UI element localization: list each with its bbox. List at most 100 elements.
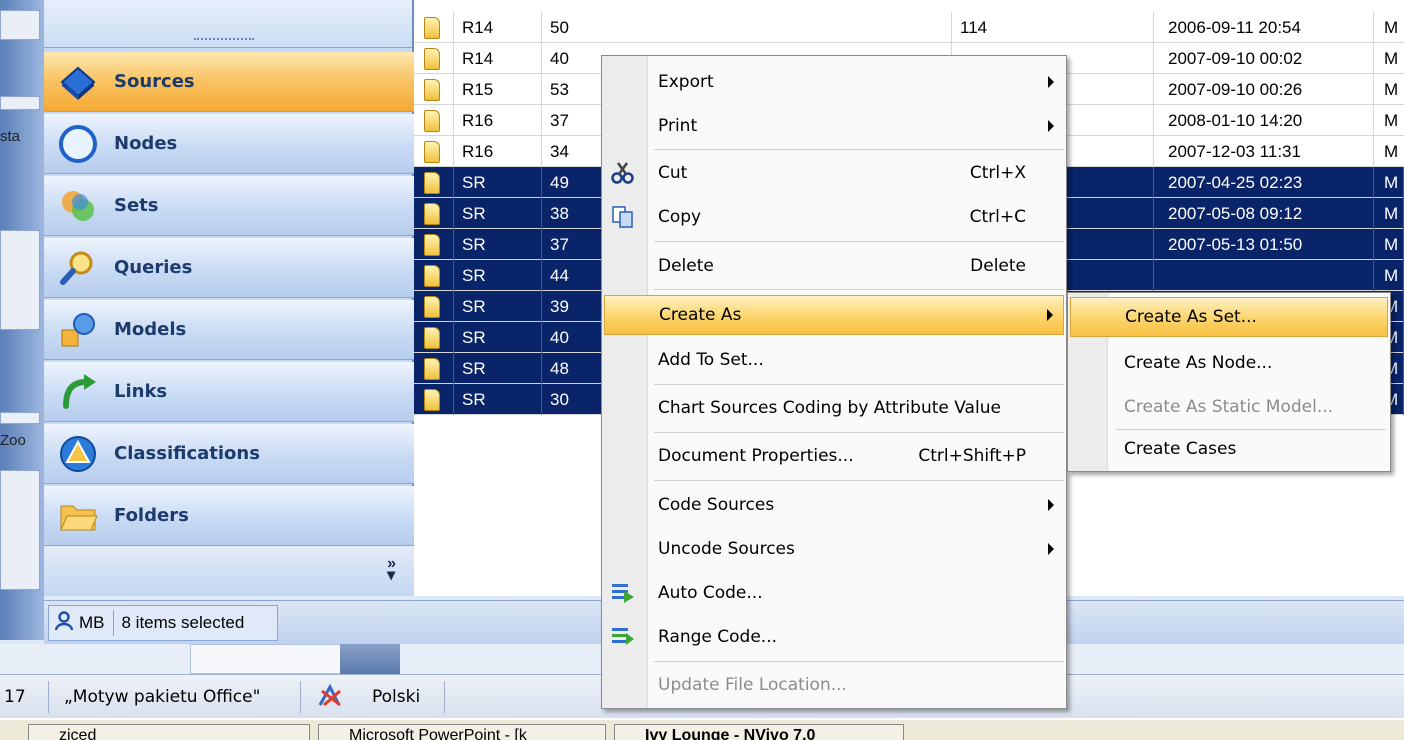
spellcheck-icon[interactable] (316, 683, 344, 714)
taskbar-button[interactable]: Ivy Lounge - NVivo 7.0 (614, 724, 904, 740)
range-code-icon (610, 625, 636, 649)
background-fragment (0, 230, 40, 330)
menu-item-create-as-set[interactable]: Create As Set... (1070, 297, 1388, 337)
document-icon-cell (414, 384, 454, 415)
menu-separator (654, 241, 1064, 242)
background-window-strip (0, 0, 44, 640)
menu-item-shortcut: Ctrl+X (969, 163, 1026, 183)
document-icon (424, 110, 440, 132)
taskbar-button[interactable]: ziced (28, 724, 310, 740)
chevron-text: » (387, 555, 396, 572)
document-icon (424, 327, 440, 349)
source-name-cell: R15 (454, 74, 542, 105)
splitter-grip[interactable] (194, 38, 254, 41)
menu-item-range-code[interactable]: Range Code... (604, 617, 1064, 657)
created-on-cell: 2007-12-03 11:31 (1154, 136, 1374, 167)
nav-button-sources[interactable]: Sources (44, 52, 414, 112)
menu-item-create-cases[interactable]: Create Cases (1070, 429, 1388, 469)
nav-button-folders[interactable]: Folders (44, 486, 414, 546)
menu-item-auto-code[interactable]: Auto Code... (604, 573, 1064, 613)
background-fragment (0, 470, 40, 590)
links-icon (56, 370, 100, 414)
table-row[interactable]: R14 50 114 2006-09-11 20:54 M (414, 12, 1404, 43)
document-icon-cell (414, 74, 454, 105)
references-cell: 114 (952, 12, 1154, 43)
context-menu: Export Print Cut Ctrl+X Copy Ctrl+C Dele… (601, 55, 1067, 709)
submenu-arrow-icon (1047, 309, 1053, 321)
queries-icon (56, 246, 100, 290)
language-label[interactable]: Polski (372, 687, 420, 707)
document-icon-cell (414, 136, 454, 167)
menu-item-label: Code Sources (658, 495, 775, 515)
nav-button-queries[interactable]: Queries (44, 238, 414, 298)
menu-item-create-as-node[interactable]: Create As Node... (1070, 343, 1388, 383)
menu-item-label: Auto Code... (658, 583, 763, 603)
created-on-cell: 2007-05-08 09:12 (1154, 198, 1374, 229)
document-icon (424, 48, 440, 70)
menu-item-shortcut: Ctrl+Shift+P (918, 446, 1026, 466)
menu-item-label: Copy (658, 207, 702, 227)
menu-item-add-to-set[interactable]: Add To Set... (604, 340, 1064, 380)
menu-item-label: Export (658, 72, 714, 92)
created-on-cell: 2006-09-11 20:54 (1154, 12, 1374, 43)
menu-item-export[interactable]: Export (604, 62, 1064, 102)
menu-item-label: Update File Location... (658, 675, 847, 695)
document-icon-cell (414, 167, 454, 198)
created-by-cell: M (1374, 229, 1404, 260)
nav-label: Sources (114, 71, 195, 92)
classifications-icon (56, 432, 100, 476)
menu-item-delete[interactable]: Delete Delete (604, 246, 1064, 286)
nav-button-models[interactable]: Models (44, 300, 414, 360)
nav-button-classifications[interactable]: Classifications (44, 424, 414, 484)
submenu-arrow-icon (1048, 120, 1054, 132)
menu-item-uncode-sources[interactable]: Uncode Sources (604, 529, 1064, 569)
navigation-pane: Sources Nodes Sets Queries Models Links (44, 0, 414, 596)
source-name-cell: SR (454, 384, 542, 415)
nodes-coding-cell: 50 (542, 12, 952, 43)
divider (48, 681, 49, 713)
menu-item-label: Chart Sources Coding by Attribute Value (658, 398, 1001, 418)
menu-item-cut[interactable]: Cut Ctrl+X (604, 153, 1064, 193)
source-name-cell: R14 (454, 12, 542, 43)
models-icon (56, 308, 100, 352)
background-text-fragment: sta (0, 128, 21, 145)
menu-separator (654, 149, 1064, 150)
menu-item-code-sources[interactable]: Code Sources (604, 485, 1064, 525)
created-by-cell: M (1384, 18, 1399, 37)
more-buttons-chevron-icon[interactable]: » ▾ (387, 555, 396, 584)
document-icon (424, 172, 440, 194)
nav-label: Folders (114, 505, 189, 526)
menu-item-chart-sources[interactable]: Chart Sources Coding by Attribute Value (604, 388, 1064, 428)
created-by-cell: M (1384, 142, 1399, 161)
copy-icon (610, 205, 636, 229)
document-icon-cell (414, 198, 454, 229)
nav-button-sets[interactable]: Sets (44, 176, 414, 236)
created-on-cell: 2007-05-13 01:50 (1154, 229, 1374, 260)
status-separator (112, 610, 114, 636)
document-icon (424, 203, 440, 225)
menu-item-copy[interactable]: Copy Ctrl+C (604, 197, 1064, 237)
document-icon (424, 234, 440, 256)
menu-item-create-as[interactable]: Create As (604, 295, 1064, 335)
menu-item-document-properties[interactable]: Document Properties... Ctrl+Shift+P (604, 436, 1064, 476)
theme-name: „Motyw pakietu Office" (64, 687, 261, 707)
document-icon-cell (414, 322, 454, 353)
background-scrollbar (340, 644, 400, 674)
menu-item-print[interactable]: Print (604, 106, 1064, 146)
document-icon-cell (414, 291, 454, 322)
taskbar-button[interactable]: Microsoft PowerPoint - [k (318, 724, 606, 740)
nav-button-nodes[interactable]: Nodes (44, 114, 414, 174)
created-on-cell: 2008-01-10 14:20 (1154, 105, 1374, 136)
background-fragment (0, 412, 40, 424)
nav-button-links[interactable]: Links (44, 362, 414, 422)
source-name-cell: SR (454, 198, 542, 229)
menu-separator (654, 661, 1064, 662)
document-icon (424, 296, 440, 318)
menu-separator (654, 480, 1064, 481)
nav-label: Links (114, 381, 168, 402)
created-by-cell: M (1374, 260, 1404, 291)
background-fragment (0, 96, 40, 110)
taskbar-button-label: ziced (59, 727, 97, 740)
nav-label: Classifications (114, 443, 260, 464)
created-by-cell: M (1384, 49, 1399, 68)
